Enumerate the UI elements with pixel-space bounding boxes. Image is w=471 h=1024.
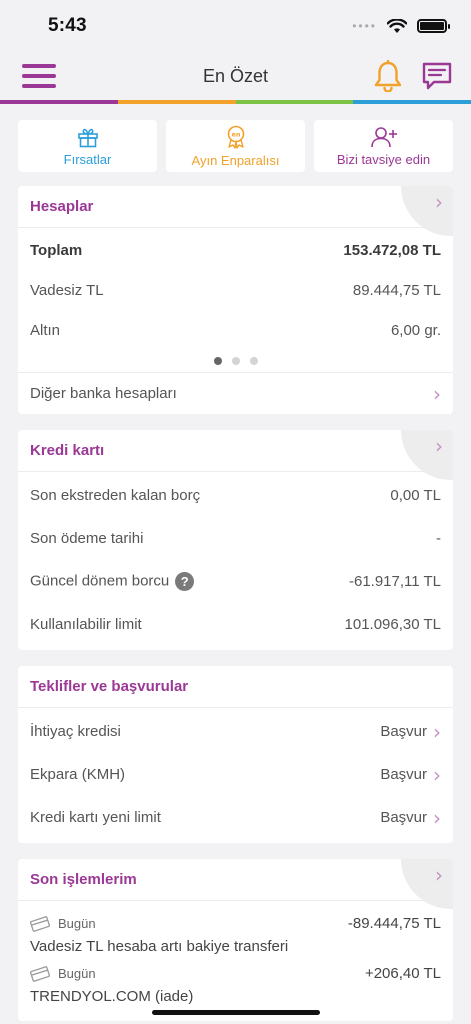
account-label: Vadesiz TL	[30, 281, 104, 299]
transactions-header[interactable]: Son işlemlerim	[18, 859, 453, 901]
menu-icon-line	[22, 74, 56, 78]
chevron-right-icon: ›	[435, 863, 443, 887]
apply-button[interactable]: Başvur ›	[380, 765, 441, 785]
credit-row: Son ödeme tarihi -	[18, 517, 453, 560]
chevron-right-icon: ›	[433, 805, 441, 830]
quick-actions: Fırsatlar en Ayın Enparalısı Bizi tavsiy…	[0, 104, 471, 186]
credit-row: Güncel dönem borcu? -61.917,11 TL	[18, 560, 453, 603]
card-icon	[30, 915, 51, 932]
refer-us-label: Bizi tavsiye edin	[336, 151, 431, 167]
apply-button[interactable]: Başvur ›	[380, 808, 441, 828]
month-enparali-button[interactable]: en Ayın Enparalısı	[166, 120, 305, 172]
other-bank-accounts-label: Diğer banka hesapları	[30, 385, 177, 402]
status-time: 5:43	[48, 15, 87, 36]
page-dot[interactable]	[249, 357, 258, 365]
offer-label: Ekpara (KMH)	[30, 766, 126, 783]
offers-header: Teklifler ve başvurular	[18, 666, 453, 708]
credit-label: Son ekstreden kalan borç	[30, 487, 201, 504]
refer-us-button[interactable]: Bizi tavsiye edin	[314, 120, 453, 172]
gift-icon	[77, 128, 98, 147]
credit-row: Son ekstreden kalan borç 0,00 TL	[18, 474, 453, 517]
credit-card-title: Kredi kartı	[30, 442, 105, 459]
account-value: 153.472,08 TL	[343, 241, 441, 259]
credit-row: Kullanılabilir limit 101.096,30 TL	[18, 603, 453, 646]
transactions-title: Son işlemlerim	[30, 871, 137, 888]
apply-label: Başvur	[380, 723, 427, 740]
account-row-gold[interactable]: Altın 6,00 gr.	[18, 310, 453, 350]
accounts-more-button[interactable]: ›	[401, 186, 453, 236]
message-icon[interactable]	[421, 60, 453, 92]
account-label: Altın	[30, 321, 61, 339]
credit-label: Güncel dönem borcu	[30, 572, 170, 590]
signal-icon: ••••	[352, 19, 377, 33]
account-value: 6,00 gr.	[390, 321, 441, 339]
badge-icon: en	[227, 125, 244, 149]
month-enparali-label: Ayın Enparalısı	[191, 152, 280, 168]
nav-bar: En Özet	[0, 52, 471, 100]
wifi-icon	[387, 18, 407, 33]
offers-title: Teklifler ve başvurular	[30, 678, 189, 695]
transaction-amount: +206,40 TL	[364, 965, 441, 982]
accounts-title: Hesaplar	[30, 198, 94, 215]
credit-label: Kullanılabilir limit	[30, 616, 142, 633]
chevron-right-icon: ›	[433, 762, 441, 787]
chevron-right-icon: ›	[433, 719, 441, 744]
accounts-header[interactable]: Hesaplar	[18, 186, 453, 228]
apply-label: Başvur	[380, 766, 427, 783]
page-dot[interactable]	[231, 357, 240, 365]
transaction-description: TRENDYOL.COM (iade)	[30, 988, 194, 1005]
chevron-right-icon: ›	[435, 190, 443, 214]
menu-button[interactable]	[22, 64, 56, 88]
offer-label: İhtiyaç kredisi	[30, 723, 121, 740]
transaction-description: Vadesiz TL hesaba artı bakiye transferi	[30, 938, 289, 955]
credit-card-card: Kredi kartı › Son ekstreden kalan borç 0…	[18, 430, 453, 650]
account-row-total[interactable]: Toplam 153.472,08 TL	[18, 230, 453, 270]
credit-value: -61.917,11 TL	[348, 573, 441, 590]
transaction-amount: -89.444,75 TL	[347, 915, 441, 932]
account-label: Toplam	[30, 241, 83, 259]
battery-icon	[417, 19, 450, 33]
credit-value: 0,00 TL	[390, 487, 441, 504]
home-indicator[interactable]	[151, 1010, 320, 1015]
page-indicator[interactable]	[18, 350, 453, 372]
system-icons: ••••	[352, 18, 450, 34]
transaction-date: Bugün	[58, 916, 96, 931]
credit-value: 101.096,30 TL	[344, 616, 441, 633]
help-icon[interactable]: ?	[175, 572, 195, 591]
credit-card-more-button[interactable]: ›	[401, 430, 453, 480]
credit-label: Son ödeme tarihi	[30, 530, 144, 547]
offers-card: Teklifler ve başvurular İhtiyaç kredisi …	[18, 666, 453, 843]
transaction-item[interactable]: Bugün +206,40 TL TRENDYOL.COM (iade)	[30, 965, 441, 1005]
svg-text:en: en	[231, 130, 240, 138]
offer-row[interactable]: Kredi kartı yeni limit Başvur ›	[18, 796, 453, 839]
credit-value: -	[436, 530, 441, 547]
status-bar: 5:43 ••••	[0, 0, 471, 52]
offer-label: Kredi kartı yeni limit	[30, 809, 161, 826]
menu-icon-line	[22, 64, 56, 68]
page-dot[interactable]	[213, 357, 222, 365]
bell-icon[interactable]	[373, 60, 403, 92]
credit-card-header[interactable]: Kredi kartı	[18, 430, 453, 472]
offer-row[interactable]: Ekpara (KMH) Başvur ›	[18, 753, 453, 796]
card-icon	[30, 965, 51, 982]
chevron-right-icon: ›	[435, 434, 443, 458]
add-user-icon	[370, 126, 397, 147]
brand-color-bar	[0, 100, 471, 104]
account-value: 89.444,75 TL	[352, 281, 441, 299]
apply-label: Başvur	[380, 809, 427, 826]
other-bank-accounts-link[interactable]: Diğer banka hesapları ›	[18, 372, 453, 414]
apply-button[interactable]: Başvur ›	[380, 722, 441, 742]
opportunities-label: Fırsatlar	[63, 151, 112, 167]
offer-row[interactable]: İhtiyaç kredisi Başvur ›	[18, 710, 453, 753]
menu-icon-line	[22, 84, 56, 88]
account-row-vadesiz[interactable]: Vadesiz TL 89.444,75 TL	[18, 270, 453, 310]
transaction-item[interactable]: Bugün -89.444,75 TL Vadesiz TL hesaba ar…	[30, 915, 441, 955]
opportunities-button[interactable]: Fırsatlar	[18, 120, 157, 172]
chevron-right-icon: ›	[433, 381, 441, 406]
accounts-card: Hesaplar › Toplam 153.472,08 TL Vadesiz …	[18, 186, 453, 414]
transaction-date: Bugün	[58, 966, 96, 981]
transactions-card: Son işlemlerim › Bugün -89.444,75 TL Vad…	[18, 859, 453, 1021]
